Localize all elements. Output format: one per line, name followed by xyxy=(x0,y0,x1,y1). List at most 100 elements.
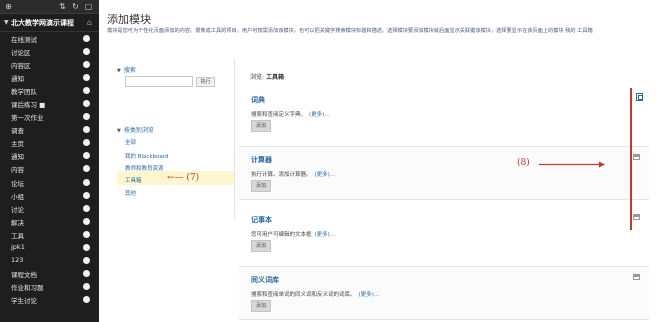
collapse-icon[interactable]: ▼ xyxy=(4,19,9,26)
course-menu-item-label: 作业和习题 xyxy=(11,283,44,292)
annotation-7: ←— (7) xyxy=(167,173,200,183)
home-icon[interactable]: ⌂ xyxy=(87,18,92,27)
module-card: 计算器执行计算。添加计算器。 (更多)… 添加 xyxy=(239,146,649,200)
course-menu-item-label: 小组 xyxy=(11,192,24,201)
window-icon[interactable]: ▢ xyxy=(84,2,93,11)
add-module-button[interactable]: 添加 xyxy=(251,120,271,132)
course-menu-item-label: 调查 xyxy=(11,127,24,136)
course-menu-item[interactable]: 通知 xyxy=(0,149,99,162)
module-title[interactable]: 记事本 xyxy=(251,215,272,225)
module-title[interactable]: 计算器 xyxy=(251,155,272,165)
more-link[interactable]: (更多)… xyxy=(359,292,380,298)
course-menu-item[interactable]: 主页 xyxy=(0,136,99,149)
add-module-button[interactable]: 添加 xyxy=(251,180,271,192)
module-description-text: 您可用户可编辑的文本框 xyxy=(251,232,312,238)
browse-category-heading[interactable]: ▼ 按类别浏览 xyxy=(117,125,154,134)
more-link[interactable]: (更多)… xyxy=(309,112,330,118)
visibility-dot-icon[interactable] xyxy=(83,191,90,199)
module-card: 记事本您可用户可编辑的文本框 (更多)… 添加 xyxy=(239,207,649,261)
module-card: 词典 搜索和查阅定义字典。 (更多)… 添加 xyxy=(239,87,649,141)
course-menu-item[interactable]: 123 xyxy=(0,254,99,267)
course-menu-item[interactable]: 讨论区 xyxy=(0,45,99,58)
module-filter-panel: ▼ 搜索 执行 ▼ 按类别浏览 全部我的 Blackboard 教师和教员资源 工具箱其… xyxy=(117,59,235,219)
more-link[interactable]: (更多)… xyxy=(315,172,336,178)
course-menu-item[interactable]: 教学团队 xyxy=(0,84,99,97)
course-menu-item-label: 解决 xyxy=(11,218,24,227)
visibility-dot-icon[interactable] xyxy=(83,126,90,134)
course-menu-item[interactable]: 第一次作业 xyxy=(0,110,99,123)
annotation-red-bracket xyxy=(630,88,632,230)
course-menu-item-label: 讨论 xyxy=(11,205,24,214)
preview-icon[interactable] xyxy=(633,274,640,280)
course-menu: ⊕ ⇅ ↻ ▢ ▼ 北大教学网演示课程 ⌂ 在线测试 讨论区 内容区 通知 教学团队 课后… xyxy=(0,0,99,322)
visibility-dot-icon[interactable] xyxy=(83,48,90,56)
course-menu-item[interactable]: 在线测试 xyxy=(0,32,99,45)
course-menu-item[interactable]: 论坛 xyxy=(0,176,99,189)
category-link[interactable]: 工具箱 xyxy=(125,176,142,184)
caret-down-icon: ▼ xyxy=(117,68,121,74)
category-link[interactable]: 其他 xyxy=(125,189,136,197)
page: ⊕ ⇅ ↻ ▢ ▼ 北大教学网演示课程 ⌂ 在线测试 讨论区 内容区 通知 教学团队 课后… xyxy=(0,0,670,322)
course-menu-item[interactable]: 课程文档 xyxy=(0,267,99,280)
refresh-icon[interactable]: ↻ xyxy=(71,2,80,11)
course-menu-item[interactable]: 作业和习题 xyxy=(0,280,99,293)
search-go-button[interactable]: 执行 xyxy=(196,77,215,87)
course-menu-item[interactable]: 学生讨论 xyxy=(0,293,99,306)
module-title[interactable]: 同义词库 xyxy=(251,275,279,285)
course-menu-item[interactable]: 内容区 xyxy=(0,58,99,71)
visibility-dot-icon[interactable] xyxy=(83,113,90,121)
search-heading[interactable]: ▼ 搜索 xyxy=(117,65,136,74)
search-input[interactable] xyxy=(125,76,193,87)
visibility-dot-icon[interactable] xyxy=(83,100,90,108)
visibility-dot-icon[interactable] xyxy=(83,295,90,303)
course-menu-item[interactable]: jpk1 xyxy=(0,241,99,254)
preview-icon-highlighted[interactable] xyxy=(636,93,643,101)
page-title: 添加模块 xyxy=(107,13,151,26)
course-title: 北大教学网演示课程 xyxy=(11,19,74,27)
course-menu-item[interactable]: 解决 xyxy=(0,215,99,228)
browse-value: 工具箱 xyxy=(265,74,284,81)
course-menu-item-label: 内容区 xyxy=(11,62,31,71)
course-menu-item[interactable]: 内容 xyxy=(0,162,99,175)
visibility-dot-icon[interactable] xyxy=(83,74,90,82)
course-menu-item[interactable]: 讨论 xyxy=(0,202,99,215)
preview-icon[interactable] xyxy=(633,154,640,160)
course-menu-item[interactable]: 课后练习 ■ xyxy=(0,97,99,110)
visibility-dot-icon[interactable] xyxy=(83,178,90,186)
module-card: 同义词库 搜索和查阅单词的同义词和反义词的词库。 (更多)… 添加 xyxy=(239,266,649,320)
visibility-dot-icon[interactable] xyxy=(83,165,90,173)
course-menu-item-label: 通知 xyxy=(11,153,24,162)
visibility-dot-icon[interactable] xyxy=(83,35,90,42)
sort-icon[interactable]: ⇅ xyxy=(58,2,67,11)
add-module-button[interactable]: 添加 xyxy=(251,240,271,252)
course-menu-item-label: 123 xyxy=(11,255,24,264)
visibility-dot-icon[interactable] xyxy=(83,269,90,277)
visibility-dot-icon[interactable] xyxy=(83,139,90,147)
course-menu-item-label: 教学团队 xyxy=(11,88,37,97)
category-link[interactable]: 我的 Blackboard xyxy=(125,152,169,160)
visibility-dot-icon[interactable] xyxy=(83,243,90,251)
course-menu-item[interactable]: 通知 xyxy=(0,71,99,84)
course-title-row[interactable]: ▼ 北大教学网演示课程 ⌂ xyxy=(0,14,99,32)
preview-icon[interactable] xyxy=(633,214,640,220)
visibility-dot-icon[interactable] xyxy=(83,152,90,160)
visibility-dot-icon[interactable] xyxy=(83,230,90,238)
category-link[interactable]: 全部 xyxy=(125,138,136,146)
add-icon[interactable]: ⊕ xyxy=(4,2,13,11)
visibility-dot-icon[interactable] xyxy=(83,282,90,290)
module-title[interactable]: 词典 xyxy=(251,95,265,105)
visibility-dot-icon[interactable] xyxy=(83,217,90,225)
course-menu-item[interactable]: 工具 xyxy=(0,228,99,241)
visibility-dot-icon[interactable] xyxy=(83,61,90,69)
category-link[interactable]: 教师和教员资源 xyxy=(125,164,164,172)
course-menu-item[interactable]: 调查 xyxy=(0,123,99,136)
visibility-dot-icon[interactable] xyxy=(83,204,90,212)
more-link[interactable]: (更多)… xyxy=(315,232,336,238)
course-menu-item[interactable]: 小组 xyxy=(0,189,99,202)
course-menu-item-label: 通知 xyxy=(11,75,24,84)
course-menu-item-label: 内容 xyxy=(11,166,24,175)
module-description: 执行计算。添加计算器。 (更多)… xyxy=(251,170,335,178)
visibility-dot-icon[interactable] xyxy=(83,87,90,95)
add-module-button[interactable]: 添加 xyxy=(251,300,271,312)
visibility-dot-icon[interactable] xyxy=(83,256,90,264)
